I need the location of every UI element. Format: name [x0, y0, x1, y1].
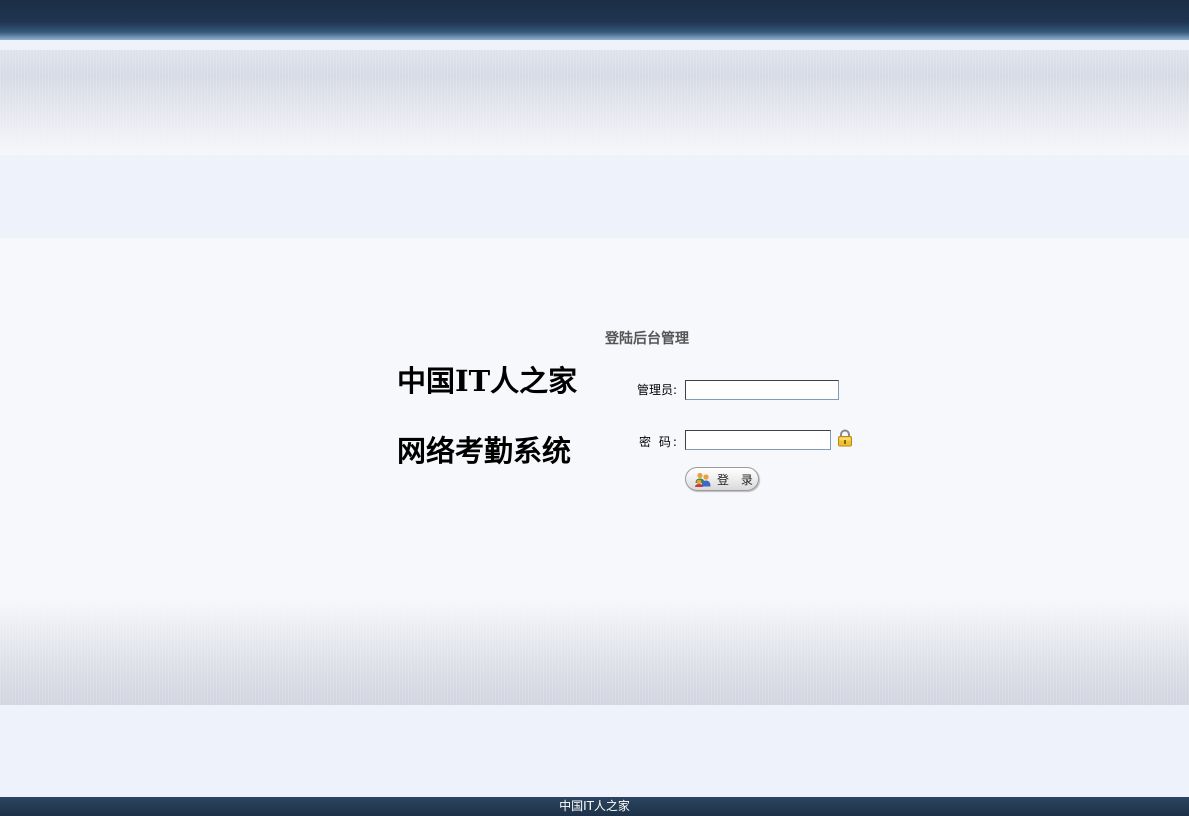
header-band: [0, 50, 1189, 155]
light-band: [0, 155, 1189, 238]
admin-label: 管理员:: [637, 383, 678, 397]
brand-subtitle: 网络考勤系统: [397, 434, 572, 468]
password-label: 密 码:: [639, 435, 679, 449]
admin-input[interactable]: [685, 380, 839, 400]
brand-title: 中国IT人之家: [397, 364, 578, 398]
lock-icon: [838, 429, 852, 447]
bottom-light-band: [0, 705, 1189, 797]
login-page: 中国IT人之家 网络考勤系统 登陆后台管理 管理员: 密 码: 登 录 中国IT…: [0, 0, 1189, 816]
top-banner: [0, 0, 1189, 40]
footer-bar: 中国IT人之家: [0, 797, 1189, 816]
top-gap: [0, 40, 1189, 50]
users-icon: [695, 472, 711, 487]
footer-text: 中国IT人之家: [559, 799, 630, 813]
login-title: 登陆后台管理: [605, 331, 689, 347]
login-button[interactable]: 登 录: [685, 467, 759, 491]
login-button-label: 登 录: [717, 473, 757, 487]
footer-band: [0, 598, 1189, 705]
password-input[interactable]: [685, 430, 831, 450]
main-area: [0, 238, 1189, 598]
